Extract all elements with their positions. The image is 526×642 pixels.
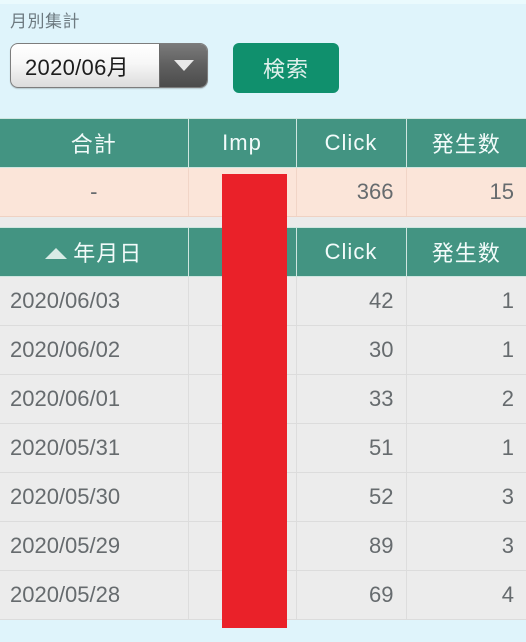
cell-occurrences: 1 xyxy=(406,276,526,326)
table-row[interactable]: 2020/05/28 69 4 xyxy=(0,570,526,620)
detail-table: 年月日 Click 発生数 2020/06/03 42 1 2020/06/02 30 1… xyxy=(0,227,526,620)
table-row[interactable]: 2020/06/02 30 1 xyxy=(0,325,526,375)
month-select[interactable]: 2020/06月 xyxy=(10,43,208,88)
detail-header-date[interactable]: 年月日 xyxy=(0,227,189,277)
cell-imp xyxy=(188,276,297,326)
control-row: 2020/06月 検索 xyxy=(10,43,526,93)
month-select-value: 2020/06月 xyxy=(25,54,129,80)
total-header-occurrences[interactable]: 発生数 xyxy=(406,118,526,168)
table-row[interactable]: 2020/06/01 33 2 xyxy=(0,374,526,424)
cell-date: 2020/06/01 xyxy=(0,374,189,424)
total-row: - 366 15 xyxy=(0,167,526,217)
cell-imp xyxy=(188,374,297,424)
cell-click: 30 xyxy=(296,325,407,375)
chevron-down-icon[interactable] xyxy=(159,44,207,87)
cell-click: 89 xyxy=(296,521,407,571)
detail-header-imp[interactable] xyxy=(188,227,297,277)
cell-imp xyxy=(188,472,297,522)
detail-table-body: 2020/06/03 42 1 2020/06/02 30 1 2020/06/01 33 2 2… xyxy=(0,276,526,620)
table-row[interactable]: 2020/05/29 89 3 xyxy=(0,521,526,571)
total-cell-label: - xyxy=(0,167,189,217)
cell-date: 2020/05/30 xyxy=(0,472,189,522)
top-strip xyxy=(0,0,526,4)
total-cell-imp xyxy=(188,167,297,217)
cell-click: 51 xyxy=(296,423,407,473)
detail-header-date-label: 年月日 xyxy=(73,241,143,266)
table-row[interactable]: 2020/05/30 52 3 xyxy=(0,472,526,522)
cell-occurrences: 1 xyxy=(406,423,526,473)
cell-date: 2020/05/28 xyxy=(0,570,189,620)
total-table: 合計 Imp Click 発生数 - 366 15 xyxy=(0,118,526,217)
page-root: 月別集計 2020/06月 検索 合計 Imp Click 発生数 - 366 … xyxy=(0,0,526,642)
cell-imp xyxy=(188,423,297,473)
cell-imp xyxy=(188,570,297,620)
table-row[interactable]: 2020/06/03 42 1 xyxy=(0,276,526,326)
search-button[interactable]: 検索 xyxy=(233,43,339,93)
chevron-down-glyph xyxy=(173,60,194,71)
total-table-header-row: 合計 Imp Click 発生数 xyxy=(0,118,526,168)
detail-table-header-row: 年月日 Click 発生数 xyxy=(0,227,526,277)
total-cell-click: 366 xyxy=(296,167,407,217)
cell-occurrences: 3 xyxy=(406,472,526,522)
cell-imp xyxy=(188,325,297,375)
cell-occurrences: 1 xyxy=(406,325,526,375)
page-title: 月別集計 xyxy=(10,12,80,31)
total-cell-occurrences: 15 xyxy=(406,167,526,217)
cell-imp xyxy=(188,521,297,571)
cell-date: 2020/06/03 xyxy=(0,276,189,326)
cell-click: 69 xyxy=(296,570,407,620)
table-row[interactable]: 2020/05/31 51 1 xyxy=(0,423,526,473)
detail-header-click[interactable]: Click xyxy=(296,227,407,277)
cell-click: 42 xyxy=(296,276,407,326)
cell-occurrences: 4 xyxy=(406,570,526,620)
cell-date: 2020/05/31 xyxy=(0,423,189,473)
total-header-imp[interactable]: Imp xyxy=(188,118,297,168)
cell-occurrences: 2 xyxy=(406,374,526,424)
detail-header-occurrences[interactable]: 発生数 xyxy=(406,227,526,277)
cell-date: 2020/06/02 xyxy=(0,325,189,375)
cell-occurrences: 3 xyxy=(406,521,526,571)
cell-click: 52 xyxy=(296,472,407,522)
sort-ascending-icon xyxy=(45,247,68,259)
controls-panel: 月別集計 2020/06月 検索 xyxy=(0,0,526,118)
total-header-click[interactable]: Click xyxy=(296,118,407,168)
cell-date: 2020/05/29 xyxy=(0,521,189,571)
total-header-label[interactable]: 合計 xyxy=(0,118,189,168)
cell-click: 33 xyxy=(296,374,407,424)
table-separator xyxy=(0,217,526,227)
